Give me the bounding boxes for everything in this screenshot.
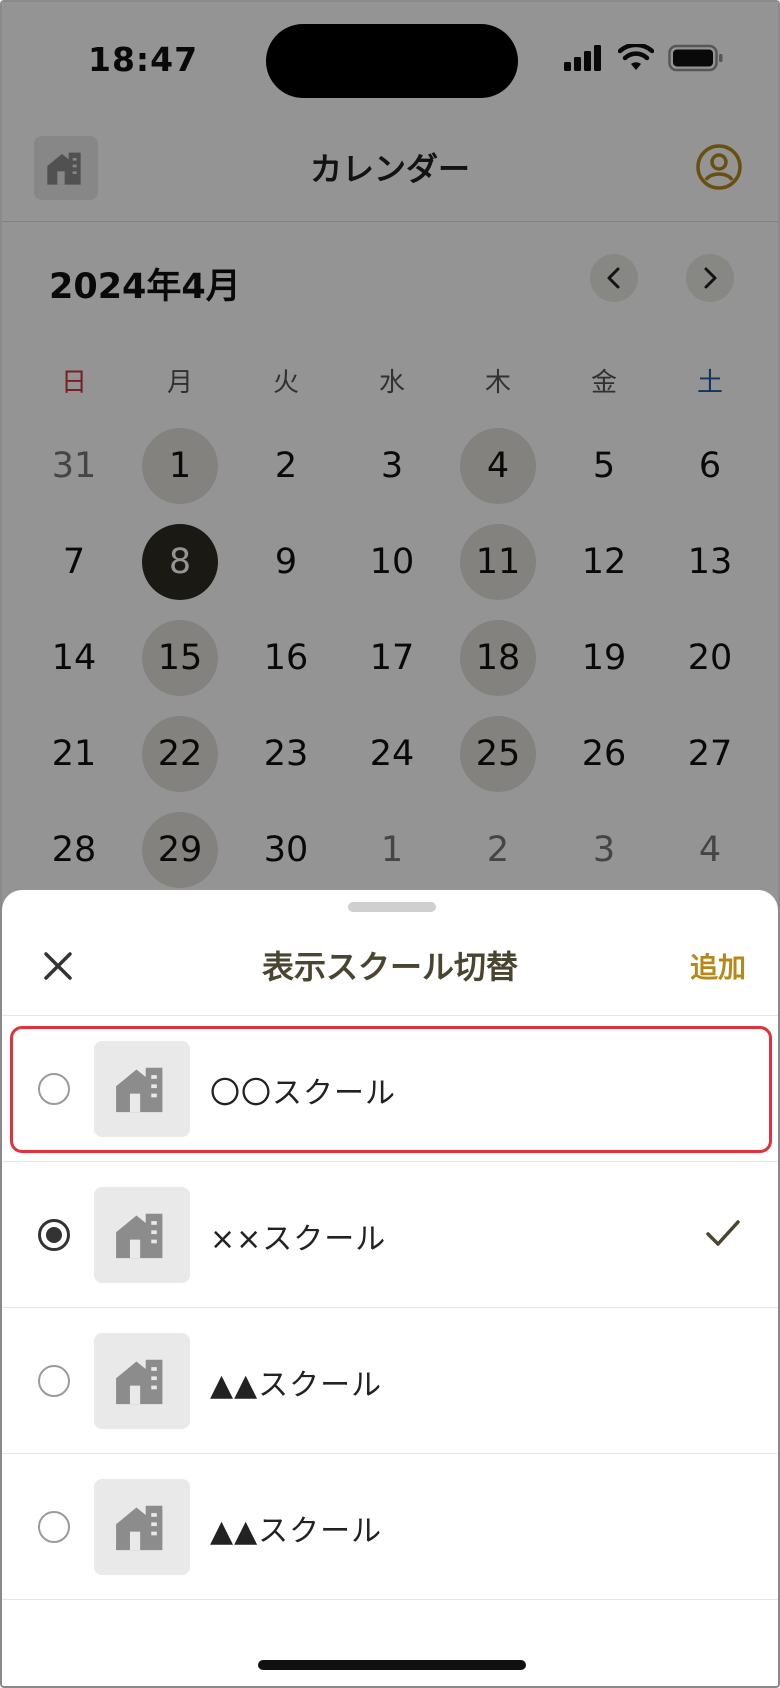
sheet-header: 表示スクール切替 追加 <box>2 914 778 1016</box>
school-name: 〇〇スクール <box>210 1076 396 1111</box>
school-building-icon <box>116 1067 163 1113</box>
home-indicator <box>258 1660 526 1670</box>
school-radio[interactable] <box>38 1511 70 1543</box>
school-radio[interactable] <box>38 1073 70 1105</box>
add-school-button[interactable]: 追加 <box>690 946 746 986</box>
sheet-grabber[interactable] <box>348 902 436 912</box>
school-building-icon <box>116 1213 163 1259</box>
school-name: ▲▲スクール <box>210 1368 383 1403</box>
school-logo <box>94 1041 190 1137</box>
school-name: ▲▲スクール <box>210 1514 383 1549</box>
school-building-icon <box>116 1505 163 1551</box>
school-row[interactable]: ××スクール <box>2 1162 778 1308</box>
school-building-icon <box>116 1359 163 1405</box>
school-row[interactable]: 〇〇スクール <box>2 1016 778 1162</box>
phone-screen: 18:47 カレンダー 2024年4月 日 月 火 水 木 金 土 31 1 2… <box>0 0 780 1688</box>
school-logo <box>94 1479 190 1575</box>
school-logo <box>94 1187 190 1283</box>
school-name: ××スクール <box>210 1222 387 1257</box>
school-logo <box>94 1333 190 1429</box>
checkmark-icon <box>706 1220 740 1246</box>
school-list: 〇〇スクール ××スクール ▲▲スクール ▲▲スクール <box>2 1016 778 1600</box>
school-radio[interactable] <box>38 1219 70 1251</box>
school-switch-sheet: 表示スクール切替 追加 〇〇スクール ××スクール ▲▲スクール ▲▲スクール <box>2 890 778 1686</box>
sheet-title: 表示スクール切替 <box>261 948 518 986</box>
school-row[interactable]: ▲▲スクール <box>2 1454 778 1600</box>
school-radio[interactable] <box>38 1365 70 1397</box>
school-row[interactable]: ▲▲スクール <box>2 1308 778 1454</box>
